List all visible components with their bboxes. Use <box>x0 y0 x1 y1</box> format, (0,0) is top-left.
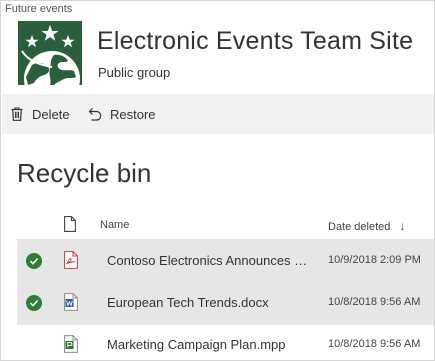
column-header-name[interactable]: Name <box>100 219 129 231</box>
restore-label: Restore <box>110 106 156 122</box>
restore-icon <box>88 106 102 122</box>
table-row[interactable]: European Tech Trends.docx 10/8/2018 9:56… <box>17 281 434 325</box>
file-name[interactable]: European Tech Trends.docx <box>107 295 313 310</box>
word-icon <box>64 293 78 311</box>
site-logo[interactable] <box>18 21 82 85</box>
file-name[interactable]: Contoso Electronics Announces Partnershi… <box>107 253 313 268</box>
delete-label: Delete <box>32 106 70 122</box>
document-icon[interactable] <box>64 216 76 232</box>
column-header-date-label: Date deleted <box>328 221 391 233</box>
trash-icon <box>10 106 24 122</box>
breadcrumb[interactable]: Future events <box>5 3 72 15</box>
site-subtitle: Public group <box>98 65 171 80</box>
sort-down-icon: ↓ <box>399 219 406 233</box>
file-name[interactable]: Marketing Campaign Plan.mpp <box>107 337 313 352</box>
checkmark-icon[interactable] <box>26 295 42 311</box>
globe-stars-icon <box>18 21 82 85</box>
list-header: Name Date deleted ↓ <box>1 209 434 239</box>
column-header-date-deleted[interactable]: Date deleted ↓ <box>328 219 405 233</box>
restore-button[interactable]: Restore <box>88 94 156 134</box>
page-title: Recycle bin <box>17 158 152 188</box>
checkmark-icon[interactable] <box>26 253 42 269</box>
date-deleted: 10/9/2018 2:09 PM <box>328 254 421 266</box>
project-icon <box>64 335 78 353</box>
pdf-icon <box>64 251 78 269</box>
date-deleted: 10/8/2018 9:56 AM <box>328 338 421 350</box>
delete-button[interactable]: Delete <box>10 94 70 134</box>
date-deleted: 10/8/2018 9:56 AM <box>328 296 421 308</box>
table-row[interactable]: Marketing Campaign Plan.mpp 10/8/2018 9:… <box>17 323 434 360</box>
app-frame: Future events Electronic Events Team Sit… <box>0 0 435 361</box>
site-title[interactable]: Electronic Events Team Site <box>97 27 413 56</box>
table-row[interactable]: Contoso Electronics Announces Partnershi… <box>17 239 434 283</box>
command-bar: Delete Restore <box>2 94 434 134</box>
